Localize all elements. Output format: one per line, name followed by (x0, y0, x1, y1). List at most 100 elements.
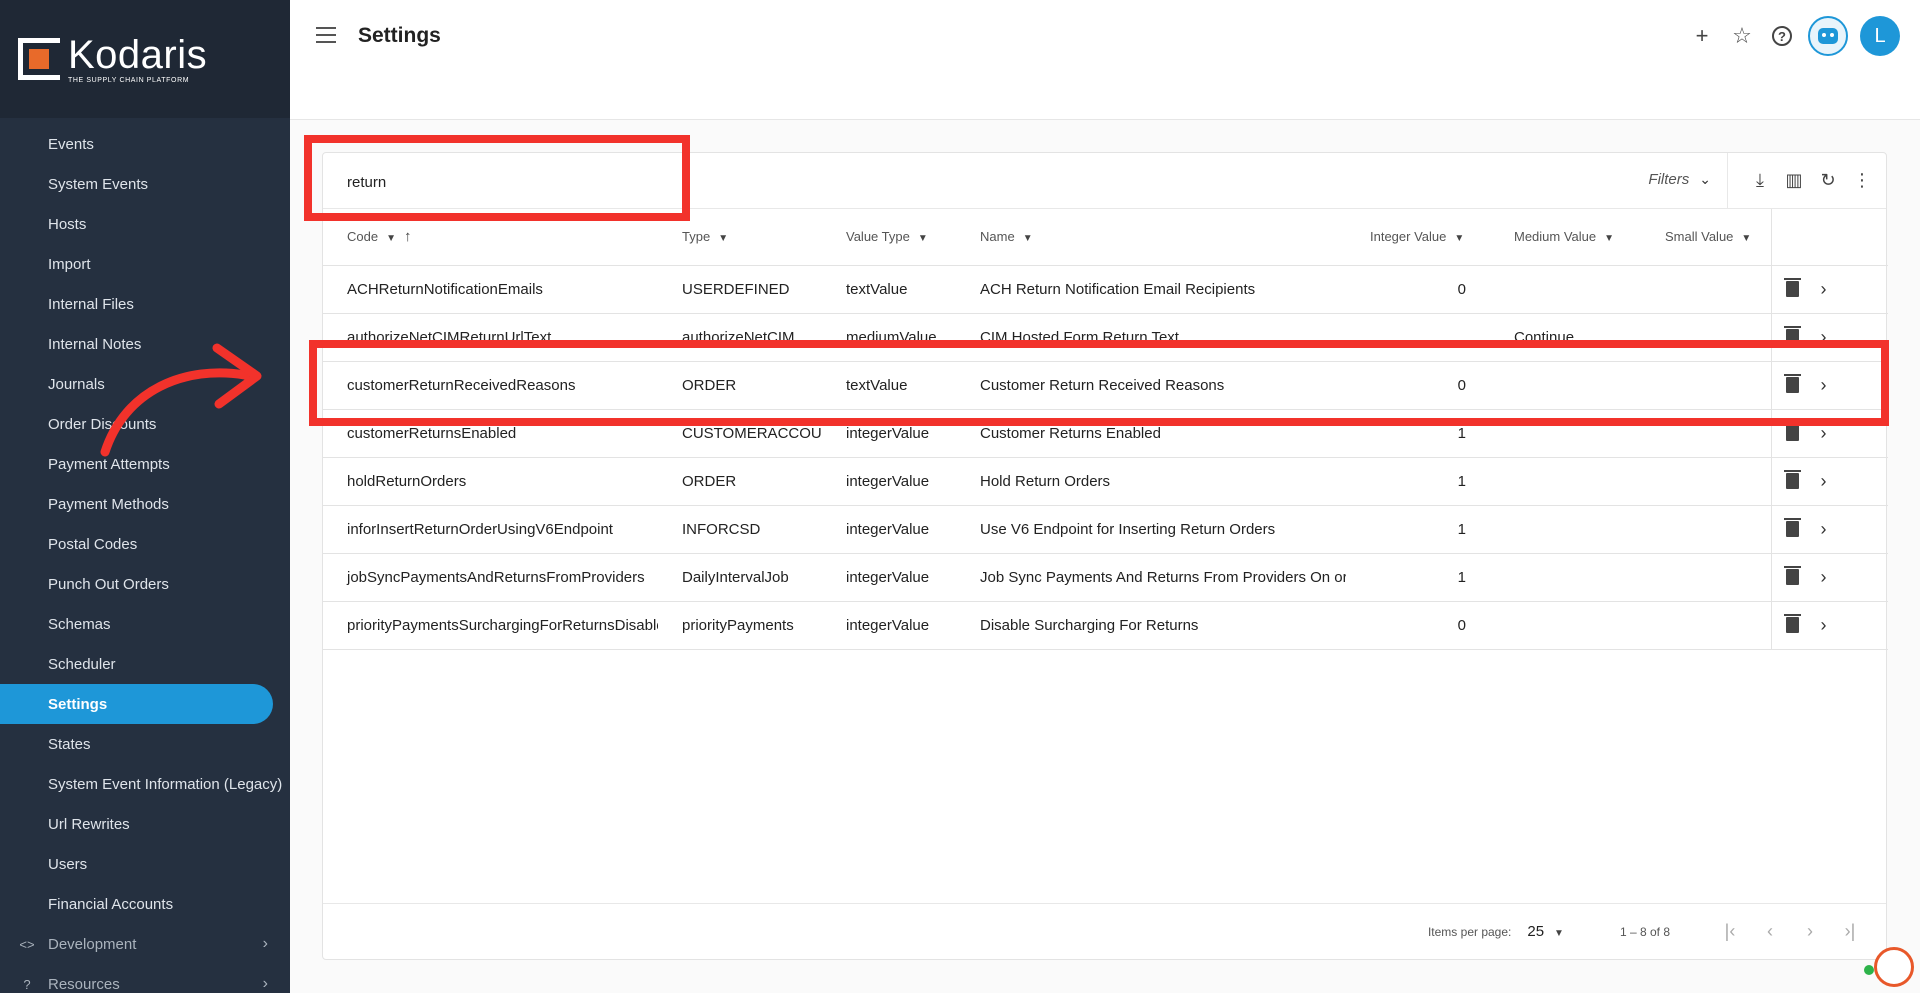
columns-icon[interactable]: ▥ (1784, 169, 1804, 191)
column-header-integer-value[interactable]: Integer Value ▼ (1346, 209, 1490, 266)
cell-integer-value: 0 (1346, 265, 1490, 314)
sidebar-group-label: Development (48, 935, 137, 953)
cell-integer-value: 1 (1346, 457, 1490, 506)
sort-down-icon[interactable]: ▼ (1604, 233, 1614, 244)
column-header-value-type[interactable]: Value Type ▼ (822, 209, 956, 266)
logo[interactable]: Kodaris THE SUPPLY CHAIN PLATFORM (0, 0, 290, 118)
chat-support-icon[interactable] (1874, 947, 1914, 987)
settings-table-card: Filters ⌄ ⤓ ▥ ↻ ⋮ Code ▼ ↑ (322, 152, 1888, 960)
column-header-label: Small Value (1665, 229, 1734, 245)
last-page-icon[interactable]: ›| (1830, 921, 1870, 942)
sidebar-item-system-events[interactable]: System Events (0, 164, 290, 204)
table-row[interactable]: inforInsertReturnOrderUsingV6Endpoint IN… (323, 505, 1888, 554)
sidebar-group-development[interactable]: <> Development › (0, 924, 290, 964)
delete-icon[interactable] (1783, 614, 1801, 633)
sidebar-item-schemas[interactable]: Schemas (0, 604, 290, 644)
sidebar-item-postal-codes[interactable]: Postal Codes (0, 524, 290, 564)
sidebar-group-label: Resources (48, 975, 120, 993)
row-actions: › (1770, 601, 1888, 650)
column-header-medium-value[interactable]: Medium Value ▼ (1490, 209, 1641, 266)
sort-down-icon[interactable]: ▼ (1454, 233, 1464, 244)
search-highlight-box (304, 135, 690, 221)
star-icon[interactable]: ☆ (1728, 22, 1756, 50)
cell-code: holdReturnOrders (323, 457, 658, 506)
column-header-label: Name (980, 229, 1015, 245)
download-icon[interactable]: ⤓ (1750, 169, 1770, 191)
hamburger-menu-icon[interactable] (316, 27, 336, 43)
toolbar-divider (1727, 153, 1728, 209)
chevron-right-icon[interactable]: › (1821, 279, 1827, 300)
chevron-right-icon[interactable]: › (1821, 519, 1827, 540)
sidebar-item-import[interactable]: Import (0, 244, 290, 284)
table-row[interactable]: holdReturnOrders ORDER integerValue Hold… (323, 457, 1888, 506)
sort-down-icon[interactable]: ▼ (1023, 233, 1033, 244)
table-row[interactable]: ACHReturnNotificationEmails USERDEFINED … (323, 265, 1888, 314)
first-page-icon[interactable]: |‹ (1710, 921, 1750, 942)
sort-down-icon[interactable]: ▼ (918, 233, 928, 244)
arrow-up-icon[interactable]: ↑ (404, 228, 412, 245)
add-icon[interactable]: + (1688, 22, 1716, 50)
cell-value-type: integerValue (822, 601, 956, 650)
delete-icon[interactable] (1783, 278, 1801, 297)
cell-small-value (1641, 265, 1771, 314)
more-vert-icon[interactable]: ⋮ (1852, 169, 1872, 191)
column-header-name[interactable]: Name ▼ (956, 209, 1346, 266)
app-root: Kodaris THE SUPPLY CHAIN PLATFORM Events… (0, 0, 1920, 993)
sidebar-item-punch-out-orders[interactable]: Punch Out Orders (0, 564, 290, 604)
online-status-dot (1864, 965, 1874, 975)
next-page-icon[interactable]: › (1790, 921, 1830, 942)
delete-icon[interactable] (1783, 518, 1801, 537)
sidebar-nav: Events System Events Hosts Import Intern… (0, 118, 290, 993)
delete-icon[interactable] (1783, 422, 1801, 441)
sidebar-item-scheduler[interactable]: Scheduler (0, 644, 290, 684)
cell-type: INFORCSD (658, 505, 822, 554)
sidebar-item-system-event-information[interactable]: System Event Information (Legacy) (0, 764, 290, 804)
chevron-right-icon[interactable]: › (1821, 471, 1827, 492)
help-icon[interactable]: ? (1768, 22, 1796, 50)
chevron-right-icon: › (262, 935, 268, 952)
annotation-arrow-icon (100, 343, 262, 457)
chevron-right-icon[interactable]: › (1821, 567, 1827, 588)
sort-down-icon[interactable]: ▼ (718, 233, 728, 244)
brand-name: Kodaris (68, 32, 208, 77)
sidebar-item-url-rewrites[interactable]: Url Rewrites (0, 804, 290, 844)
cell-medium-value (1490, 505, 1641, 554)
sidebar-item-users[interactable]: Users (0, 844, 290, 884)
sidebar-item-events[interactable]: Events (0, 124, 290, 164)
refresh-icon[interactable]: ↻ (1818, 169, 1838, 191)
sidebar-item-states[interactable]: States (0, 724, 290, 764)
sidebar-group-resources[interactable]: ? Resources › (0, 964, 290, 993)
cell-integer-value: 0 (1346, 601, 1490, 650)
sidebar-item-hosts[interactable]: Hosts (0, 204, 290, 244)
cell-code: inforInsertReturnOrderUsingV6Endpoint (323, 505, 658, 554)
column-header-label: Value Type (846, 229, 910, 245)
cell-small-value (1641, 601, 1771, 650)
paginator: Items per page: 25 ▼ 1 – 8 of 8 |‹ ‹ › ›| (323, 903, 1886, 959)
sidebar-item-settings[interactable]: Settings (0, 684, 273, 724)
top-header: Settings + ☆ ? L (290, 0, 1920, 120)
cell-name: Hold Return Orders (956, 457, 1346, 506)
previous-page-icon[interactable]: ‹ (1750, 921, 1790, 942)
filters-dropdown[interactable]: Filters ⌄ (1648, 171, 1711, 188)
table-row[interactable]: jobSyncPaymentsAndReturnsFromProviders D… (323, 553, 1888, 602)
column-header-small-value[interactable]: Small Value ▼ (1641, 209, 1771, 266)
sort-down-icon[interactable]: ▼ (1741, 233, 1751, 244)
cell-medium-value (1490, 601, 1641, 650)
cell-value-type: integerValue (822, 553, 956, 602)
page-size-select[interactable]: 25 ▼ (1527, 923, 1564, 940)
sidebar-item-financial-accounts[interactable]: Financial Accounts (0, 884, 290, 924)
cell-name: Use V6 Endpoint for Inserting Return Ord… (956, 505, 1346, 554)
chevron-right-icon[interactable]: › (1821, 615, 1827, 636)
user-avatar[interactable]: L (1860, 16, 1900, 56)
row-actions: › (1770, 457, 1888, 506)
table-row[interactable]: priorityPaymentsSurchargingForReturnsDis… (323, 601, 1888, 650)
delete-icon[interactable] (1783, 470, 1801, 489)
row-actions: › (1770, 553, 1888, 602)
delete-icon[interactable] (1783, 566, 1801, 585)
sidebar-item-internal-files[interactable]: Internal Files (0, 284, 290, 324)
sidebar-item-payment-methods[interactable]: Payment Methods (0, 484, 290, 524)
page-size-value: 25 (1527, 923, 1545, 940)
sort-down-icon[interactable]: ▼ (386, 233, 396, 244)
cell-small-value (1641, 553, 1771, 602)
assistant-bot-icon[interactable] (1808, 16, 1848, 56)
